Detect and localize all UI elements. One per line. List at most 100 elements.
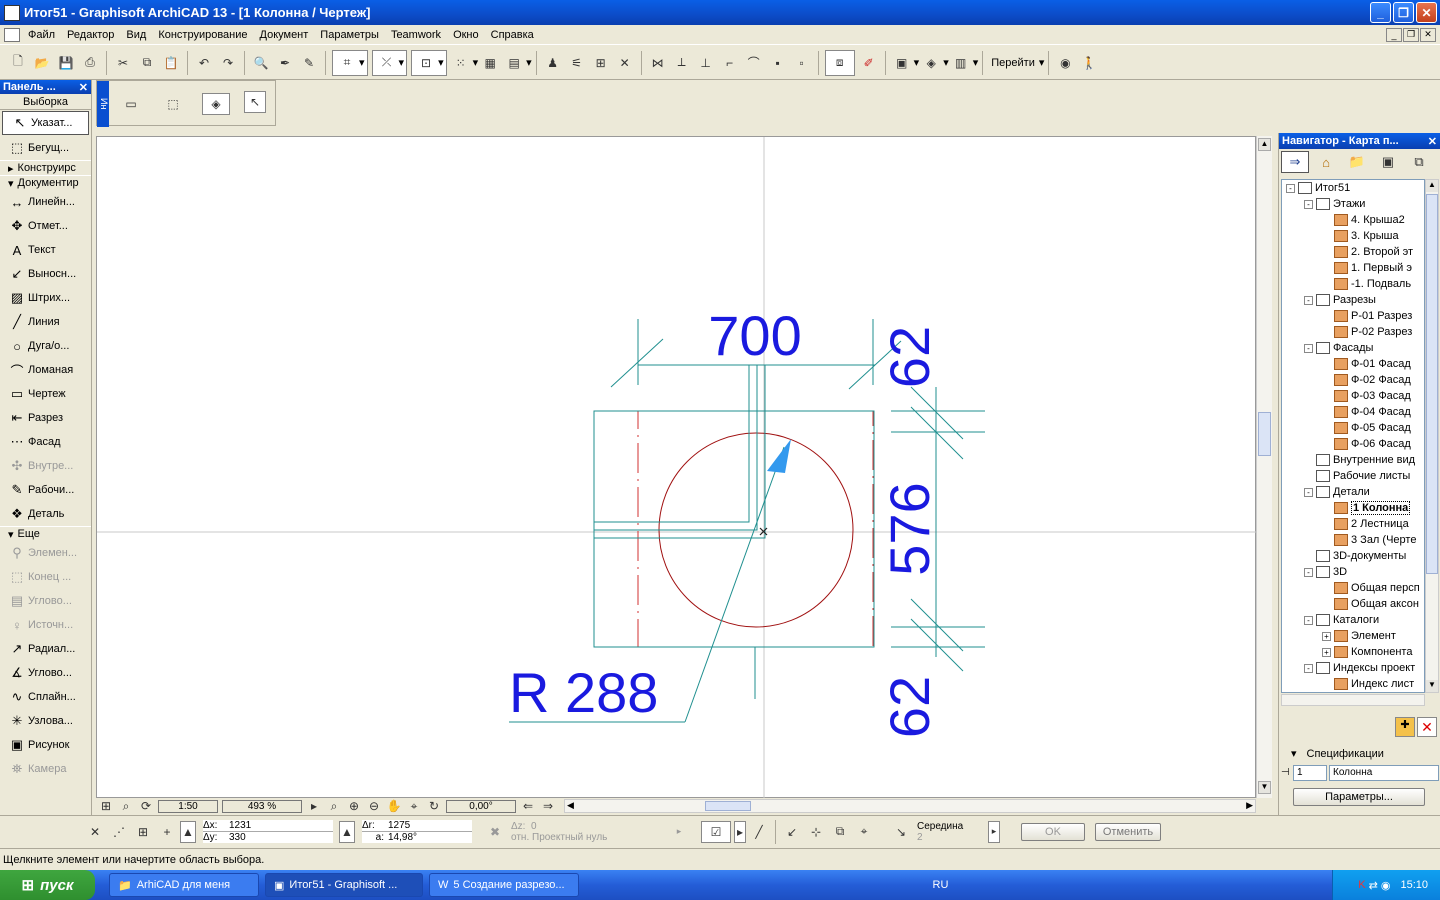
delete-view-icon[interactable]: ✕	[1417, 717, 1437, 737]
view-settings-icon[interactable]: ▣	[891, 52, 913, 74]
print-icon[interactable]: ⎙	[79, 52, 101, 74]
group-construct[interactable]: ▸ Конструирс	[0, 160, 91, 175]
radius-dimension[interactable]: R 288	[509, 661, 658, 724]
layer-combination-icon[interactable]: ▤	[503, 52, 525, 74]
tree-scroll-up-icon[interactable]: ▲	[1426, 180, 1438, 192]
menu-edit[interactable]: Редактор	[61, 29, 120, 41]
goto-dropdown[interactable]: Перейти	[987, 57, 1039, 69]
doc-minimize-button[interactable]: _	[1386, 27, 1402, 42]
zoom-out-icon[interactable]: ⊖	[365, 795, 383, 817]
tree-node[interactable]: Р-01 Разрез	[1282, 308, 1424, 324]
tab-view-map[interactable]: ⌂	[1312, 151, 1340, 173]
new-file-icon[interactable]: 🗋	[7, 52, 29, 74]
tool-worksheet[interactable]: ✎ Рабочи...	[0, 478, 91, 502]
next-zoom-icon[interactable]: ⇒	[539, 795, 557, 817]
dr-value[interactable]: 1275	[388, 820, 410, 831]
project-map-tree[interactable]: - Итог51- Этажи 4. Крыша2 3. Крыша 2. Второй …	[1281, 179, 1425, 693]
suspend-groups-dropdown[interactable]: ⊡ ▾	[411, 49, 447, 76]
tree-node[interactable]: Ф-01 Фасад	[1282, 356, 1424, 372]
explore-icon[interactable]: ◉	[1054, 52, 1076, 74]
polar-toggle-icon[interactable]: ▲	[339, 820, 355, 843]
tool-corner[interactable]: ▤ Углово...	[0, 589, 91, 613]
tab-publisher[interactable]: ▣	[1374, 151, 1402, 173]
tab-project-map[interactable]: ⇒	[1281, 151, 1309, 173]
tool-end[interactable]: ⬚ Конец ...	[0, 565, 91, 589]
doc-restore-button[interactable]: ❐	[1403, 27, 1419, 42]
zoom-field[interactable]: 493 %	[222, 799, 302, 813]
open-file-icon[interactable]: 📂	[31, 52, 53, 74]
eyedropper-icon[interactable]: ✒	[274, 52, 296, 74]
view-number-field[interactable]: 1	[1293, 765, 1327, 781]
rotate-view-icon[interactable]: ↻	[425, 795, 443, 817]
scroll-left-icon[interactable]: ◀	[567, 800, 574, 811]
adjust-icon[interactable]: ⊥	[695, 52, 717, 74]
grid-display-icon[interactable]: ⁙	[450, 52, 472, 74]
tree-node[interactable]: 3 Зал (Черте	[1282, 532, 1424, 548]
tree-node[interactable]: - Разрезы	[1282, 292, 1424, 308]
menu-document[interactable]: Документ	[254, 29, 315, 41]
tree-node[interactable]: Общая аксон	[1282, 596, 1424, 612]
tree-node[interactable]: 1 Колонна	[1282, 500, 1424, 516]
curve-icon[interactable]: ⌒	[743, 52, 765, 74]
perpendicular-icon[interactable]: ↙	[781, 821, 803, 843]
task-archicad[interactable]: ▣ Итог51 - Graphisoft ...	[265, 873, 423, 897]
tree-horizontal-scrollbar[interactable]	[1281, 694, 1425, 706]
tool-label[interactable]: ↙ Выносн...	[0, 262, 91, 286]
network-icon[interactable]: ⇄	[1369, 879, 1378, 892]
cut-icon[interactable]: ✂	[112, 52, 134, 74]
start-button[interactable]: ⊞ пуск	[0, 870, 95, 900]
constraint-icon[interactable]: ✕	[84, 821, 106, 843]
navigator-close-icon[interactable]: ✕	[1428, 135, 1437, 148]
document-icon[interactable]	[4, 27, 20, 42]
tree-node[interactable]: 3. Крыша	[1282, 228, 1424, 244]
group-document[interactable]: ▾ Документир	[0, 175, 91, 190]
tree-node[interactable]: Внутренние вид	[1282, 452, 1424, 468]
collapse-icon[interactable]: -	[1304, 295, 1313, 305]
3d-view-icon[interactable]: ◈	[920, 52, 942, 74]
explode-icon[interactable]: ▫	[791, 52, 813, 74]
dimension-top-700[interactable]: 700	[708, 304, 801, 367]
scale-field[interactable]: 1:50	[158, 799, 218, 813]
grid-snap-dropdown[interactable]: ⌗ ▾	[332, 49, 368, 76]
tree-scroll-thumb[interactable]	[1426, 194, 1438, 574]
tree-node[interactable]: + Компонента	[1282, 644, 1424, 660]
doc-close-button[interactable]: ✕	[1420, 27, 1436, 42]
menu-teamwork[interactable]: Teamwork	[385, 29, 447, 41]
magic-wand-settings[interactable]: ☑	[701, 820, 731, 843]
tool-detail[interactable]: ❖ Деталь	[0, 502, 91, 526]
grid-icon[interactable]: ⊞	[132, 821, 154, 843]
dx-value[interactable]: 1231	[229, 820, 251, 831]
tool-light-source[interactable]: ♀ Источн...	[0, 613, 91, 637]
tree-node[interactable]: + Элемент	[1282, 628, 1424, 644]
da-value[interactable]: 14,98°	[388, 832, 417, 843]
delta-toggle-icon[interactable]: ▲	[180, 820, 196, 843]
tool-hotspot[interactable]: ✳ Узлова...	[0, 709, 91, 733]
snap-menu-icon[interactable]: ▸	[734, 820, 746, 843]
tool-drawing[interactable]: ▭ Чертеж	[0, 382, 91, 406]
tool-interior-elevation[interactable]: ✣ Внутре...	[0, 454, 91, 478]
group-more[interactable]: ▾ Еще	[0, 526, 91, 541]
undo-icon[interactable]: ↶	[193, 52, 215, 74]
find-select-icon[interactable]: 🔍	[250, 52, 272, 74]
tree-node[interactable]: - Детали	[1282, 484, 1424, 500]
tool-arc-circle[interactable]: ○ Дуга/о...	[0, 334, 91, 358]
zoom-play-icon[interactable]: ▸	[305, 795, 323, 817]
tree-node[interactable]: - Индексы проект	[1282, 660, 1424, 676]
tool-level-dimension[interactable]: ✥ Отмет...	[0, 214, 91, 238]
tree-node[interactable]: Ф-02 Фасад	[1282, 372, 1424, 388]
bisector-icon[interactable]: ⧉	[829, 821, 851, 843]
zoom-window-icon[interactable]: ⌕	[117, 795, 135, 817]
tree-node[interactable]: Ф-05 Фасад	[1282, 420, 1424, 436]
tree-node[interactable]: 2. Второй эт	[1282, 244, 1424, 260]
tree-node[interactable]: Р-02 Разрез	[1282, 324, 1424, 340]
collapse-icon[interactable]: -	[1286, 183, 1295, 193]
angle-field[interactable]: 0,00°	[446, 799, 516, 813]
tool-line[interactable]: ╱ Линия	[0, 310, 91, 334]
maximize-button[interactable]: ❐	[1393, 2, 1414, 23]
menu-help[interactable]: Справка	[485, 29, 540, 41]
trim-icon[interactable]: ⟂	[671, 52, 693, 74]
view-fit-icon[interactable]: ⊞	[97, 795, 115, 817]
expand-icon[interactable]: +	[1322, 631, 1331, 641]
tree-node[interactable]: 1. Первый э	[1282, 260, 1424, 276]
tool-element[interactable]: ⚲ Элемен...	[0, 541, 91, 565]
